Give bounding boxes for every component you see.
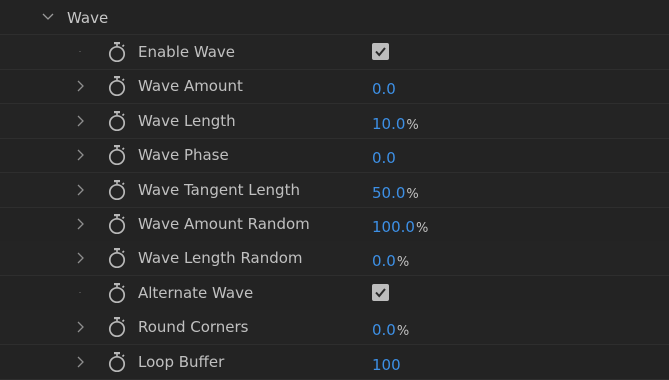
property-row-enable-wave: Enable Wave [0, 35, 669, 70]
property-label: Wave Length Random [138, 249, 303, 268]
property-value[interactable]: 0.0 [372, 149, 396, 167]
chevron-right-icon[interactable] [74, 355, 86, 369]
property-row-round-corners: Round Corners 0.0% [0, 310, 669, 346]
property-row-wave-amount: Wave Amount 0.0 [0, 69, 669, 105]
property-unit: % [396, 324, 410, 340]
property-row-wave-phase: Wave Phase 0.0 [0, 138, 669, 174]
property-label: Wave Amount [138, 77, 243, 96]
alternate-wave-checkbox[interactable] [372, 283, 389, 301]
stopwatch-icon[interactable] [107, 41, 127, 63]
property-value[interactable]: 100.0 [372, 218, 415, 236]
effect-properties-panel: Wave Enable Wave Wave Amount 0.0 Wave Len… [0, 0, 669, 380]
stopwatch-icon[interactable] [107, 351, 127, 373]
property-value[interactable]: 50.0 [372, 184, 405, 202]
property-row-wave-amount-random: Wave Amount Random 100.0% [0, 207, 669, 242]
wave-tangent-length-value[interactable]: 50.0% [372, 184, 419, 202]
wave-amount-value[interactable]: 0.0 [372, 80, 396, 98]
property-unit: % [406, 186, 419, 202]
stopwatch-icon[interactable] [107, 179, 127, 201]
property-label: Alternate Wave [138, 283, 254, 302]
property-row-alternate-wave: Alternate Wave [0, 276, 669, 311]
chevron-right-icon[interactable] [74, 251, 86, 265]
checkmark-icon [375, 288, 386, 298]
group-label: Wave [67, 9, 109, 27]
property-unit: % [396, 255, 410, 271]
property-row-wave-length: Wave Length 10.0% [0, 103, 669, 139]
stopwatch-icon[interactable] [107, 75, 127, 97]
chevron-right-icon[interactable] [74, 114, 86, 128]
property-row-wave-length-random: Wave Length Random 0.0% [0, 241, 669, 277]
property-label: Wave Amount Random [138, 215, 310, 233]
wave-amount-random-value[interactable]: 100.0% [372, 218, 428, 236]
chevron-right-icon[interactable] [74, 183, 86, 197]
stopwatch-icon[interactable] [107, 144, 127, 166]
property-unit: % [415, 221, 429, 236]
property-unit: % [406, 117, 419, 133]
property-value[interactable]: 10.0 [372, 115, 405, 133]
property-label: Wave Phase [138, 146, 229, 165]
chevron-right-icon[interactable] [74, 79, 86, 93]
chevron-down-icon[interactable] [41, 12, 55, 22]
wave-length-random-value[interactable]: 0.0% [372, 252, 409, 270]
property-label: Round Corners [138, 318, 249, 337]
property-value[interactable]: 0.0 [372, 80, 396, 98]
property-label: Wave Length [138, 111, 236, 130]
stopwatch-icon[interactable] [107, 316, 127, 338]
round-corners-value[interactable]: 0.0% [372, 321, 409, 339]
checkmark-icon [375, 47, 386, 57]
property-row-wave-tangent-length: Wave Tangent Length 50.0% [0, 172, 669, 208]
stopwatch-icon[interactable] [107, 247, 127, 269]
wave-phase-value[interactable]: 0.0 [372, 149, 396, 167]
wave-group-header[interactable]: Wave [0, 0, 669, 35]
stopwatch-icon[interactable] [107, 213, 127, 235]
loop-buffer-value[interactable]: 100 [372, 356, 401, 374]
stopwatch-icon[interactable] [107, 110, 127, 132]
chevron-right-icon[interactable] [74, 320, 86, 334]
row-spacer-dot [79, 291, 81, 293]
property-label: Wave Tangent Length [138, 180, 300, 199]
property-value[interactable]: 0.0 [372, 321, 396, 339]
wave-length-value[interactable]: 10.0% [372, 115, 419, 133]
property-value[interactable]: 100 [372, 356, 401, 374]
chevron-right-icon[interactable] [74, 148, 86, 162]
stopwatch-icon[interactable] [107, 282, 127, 304]
chevron-right-icon[interactable] [74, 217, 86, 231]
enable-wave-checkbox[interactable] [372, 43, 389, 60]
row-spacer-dot [79, 51, 81, 52]
property-label: Enable Wave [138, 43, 236, 61]
property-value[interactable]: 0.0 [372, 252, 396, 270]
property-row-loop-buffer: Loop Buffer 100 [0, 345, 669, 380]
property-label: Loop Buffer [138, 352, 225, 371]
